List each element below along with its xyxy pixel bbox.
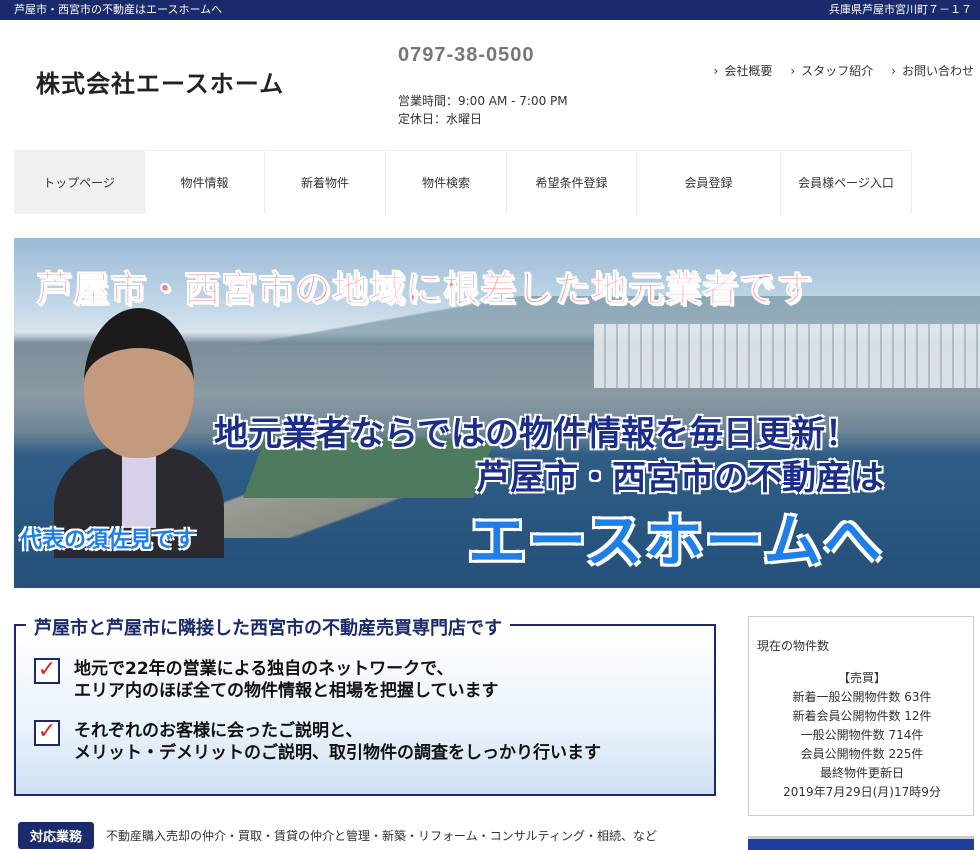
service-text: 不動産購入売却の仲介・買取・賃貸の仲介と管理・新築・リフォーム・コンサルティング… xyxy=(106,829,657,843)
top-strip: 芦屋市・西宮市の不動産はエースホームへ 兵庫県芦屋市宮川町７－１７ xyxy=(0,0,980,20)
hero-line1: 地元業者ならではの物件情報を毎日更新！ xyxy=(214,414,859,454)
person-shirt xyxy=(122,448,156,528)
service-row: 対応業務 不動産購入売却の仲介・買取・賃貸の仲介と管理・新築・リフォーム・コンサ… xyxy=(18,822,657,849)
nav-properties[interactable]: 物件情報 xyxy=(145,151,265,214)
nav-search[interactable]: 物件検索 xyxy=(386,151,507,214)
hero-line2: 芦屋市・西宮市の不動産は xyxy=(476,458,884,498)
hero-caption: 代表の須佐見です xyxy=(20,528,197,553)
link-staff[interactable]: スタッフ紹介 xyxy=(790,62,873,79)
feature-point-text: 地元で22年の営業による独自のネットワークで、 エリア内のほぼ全ての物件情報と相… xyxy=(74,658,499,702)
list-item: 会員公開物件数 225件 xyxy=(800,747,924,761)
feature-point-line: 地元で22年の営業による独自のネットワークで、 xyxy=(74,659,454,679)
feature-point: ✓ 地元で22年の営業による独自のネットワークで、 エリア内のほぼ全ての物件情報… xyxy=(34,658,499,702)
link-company-profile[interactable]: 会社概要 xyxy=(714,62,772,79)
service-badge: 対応業務 xyxy=(18,822,95,849)
main-nav: トップページ 物件情報 新着物件 物件検索 希望条件登録 会員登録 会員様ページ… xyxy=(14,150,912,214)
nav-member[interactable]: 会員様ページ入口 xyxy=(781,151,912,214)
company-logo[interactable]: 株式会社エースホーム xyxy=(36,64,284,99)
property-count-heading: 現在の物件数 xyxy=(757,639,830,653)
nav-top[interactable]: トップページ xyxy=(14,151,145,214)
link-contact[interactable]: お問い合わせ xyxy=(891,62,974,79)
feature-title: 芦屋市と芦屋市に隣接した西宮市の不動産売買専門店です xyxy=(26,614,510,640)
top-strip-address: 兵庫県芦屋市宮川町７－１７ xyxy=(829,3,972,16)
hours-text: 営業時間：9:00 AM - 7:00 PM xyxy=(398,94,568,108)
feature-point-line: それぞれのお客様に会ったご説明と、 xyxy=(74,721,363,741)
list-item: 2019年7月29日(月)17時9分 xyxy=(783,785,941,799)
side-banner[interactable] xyxy=(748,836,974,850)
nav-new[interactable]: 新着物件 xyxy=(265,151,386,214)
hero-brand: エースホームへ xyxy=(468,507,884,575)
hero-headline: 芦屋市・西宮市の地域に根差した地元業者です xyxy=(35,269,814,311)
top-strip-tagline: 芦屋市・西宮市の不動産はエースホームへ xyxy=(14,3,223,16)
list-item: 一般公開物件数 714件 xyxy=(800,728,924,742)
feature-point-line: エリア内のほぼ全ての物件情報と相場を把握しています xyxy=(74,681,499,701)
check-icon: ✓ xyxy=(34,720,60,746)
feature-point: ✓ それぞれのお客様に会ったご説明と、 メリット・デメリットのご説明、取引物件の… xyxy=(34,720,601,764)
phone-number[interactable]: 0797-38-0500 xyxy=(398,44,535,67)
representative-photo xyxy=(54,308,224,558)
list-item: 最終物件更新日 xyxy=(819,766,904,780)
holiday-text: 定休日：水曜日 xyxy=(398,112,483,126)
feature-point-line: メリット・デメリットのご説明、取引物件の調査をしっかり行います xyxy=(74,743,601,763)
property-count-list: 【売買】 新着一般公開物件数 63件 新着会員公開物件数 12件 一般公開物件数… xyxy=(749,669,975,802)
person-head xyxy=(84,308,194,458)
feature-point-text: それぞれのお客様に会ったご説明と、 メリット・デメリットのご説明、取引物件の調査… xyxy=(74,720,601,764)
nav-register[interactable]: 会員登録 xyxy=(637,151,781,214)
hero-banner: 芦屋市・西宮市の地域に根差した地元業者です 地元業者ならではの物件情報を毎日更新… xyxy=(14,238,980,588)
header-links: 会社概要 スタッフ紹介 お問い合わせ xyxy=(714,62,974,79)
list-item: 新着一般公開物件数 63件 xyxy=(792,690,932,704)
feature-panel: 芦屋市と芦屋市に隣接した西宮市の不動産売買専門店です ✓ 地元で22年の営業によ… xyxy=(14,614,716,796)
business-hours: 営業時間：9:00 AM - 7:00 PM 定休日：水曜日 xyxy=(398,92,568,128)
property-count-box: 現在の物件数 【売買】 新着一般公開物件数 63件 新着会員公開物件数 12件 … xyxy=(748,616,974,816)
list-item: 【売買】 xyxy=(837,671,886,685)
nav-wishlist[interactable]: 希望条件登録 xyxy=(507,151,637,214)
list-item: 新着会員公開物件数 12件 xyxy=(792,709,932,723)
hero-cityscape xyxy=(594,324,980,388)
check-icon: ✓ xyxy=(34,658,60,684)
